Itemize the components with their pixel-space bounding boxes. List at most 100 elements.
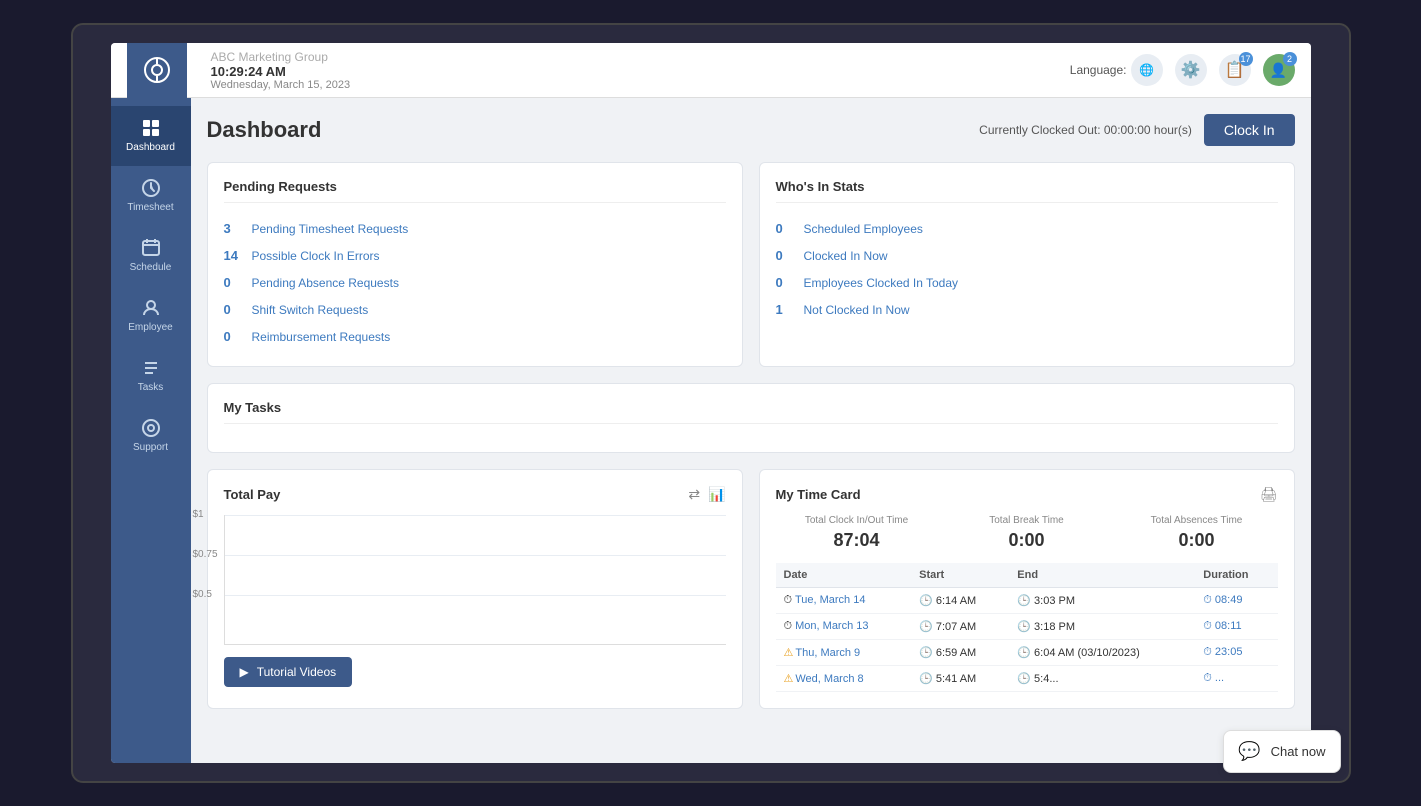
language-label: Language: bbox=[1070, 63, 1127, 77]
stat-count: 0 bbox=[776, 221, 792, 236]
row-start: 🕒 6:59 AM bbox=[911, 640, 1009, 666]
logo bbox=[127, 43, 187, 98]
main-content: Dashboard Currently Clocked Out: 00:00:0… bbox=[191, 98, 1311, 763]
warn-icon: ⚠ bbox=[784, 673, 794, 685]
sidebar: Dashboard Timesheet Sc bbox=[111, 98, 191, 763]
datetime-display: ABC Marketing Group 10:29:24 AM Wednesda… bbox=[211, 50, 351, 91]
sidebar-item-employee[interactable]: Employee bbox=[111, 286, 191, 346]
sidebar-label-dashboard: Dashboard bbox=[126, 142, 175, 154]
sidebar-item-dashboard[interactable]: Dashboard bbox=[111, 106, 191, 166]
sidebar-label-employee: Employee bbox=[128, 322, 172, 334]
row-end: 🕒 3:03 PM bbox=[1009, 588, 1195, 614]
request-label[interactable]: Pending Timesheet Requests bbox=[252, 222, 409, 236]
tc-stat: Total Clock In/Out Time87:04 bbox=[776, 515, 938, 551]
row-duration: ⏱ 08:11 bbox=[1195, 614, 1277, 640]
stat-item: 0 Scheduled Employees bbox=[776, 215, 1278, 242]
total-pay-header: Total Pay ⇄ 📊 bbox=[224, 486, 726, 503]
tc-stat-value: 0:00 bbox=[1116, 530, 1278, 551]
chat-widget[interactable]: 💬 Chat now bbox=[1223, 730, 1310, 763]
request-item: 0Reimbursement Requests bbox=[224, 323, 726, 350]
stat-label[interactable]: Employees Clocked In Today bbox=[804, 276, 959, 290]
date-link[interactable]: Mon, March 13 bbox=[795, 620, 868, 632]
sidebar-item-support[interactable]: Support bbox=[111, 406, 191, 466]
row-start: 🕒 7:07 AM bbox=[911, 614, 1009, 640]
whos-in-list: 0 Scheduled Employees 0 Clocked In Now 0Empl… bbox=[776, 215, 1278, 323]
request-count: 3 bbox=[224, 221, 240, 236]
sidebar-item-timesheet[interactable]: Timesheet bbox=[111, 166, 191, 226]
current-time: 10:29:24 AM bbox=[211, 64, 351, 79]
row-duration: ⏱ 08:49 bbox=[1195, 588, 1277, 614]
clock-icon: ⏱ bbox=[784, 620, 796, 632]
whos-in-stats-card: Who's In Stats 0 Scheduled Employees 0 Cloc… bbox=[759, 162, 1295, 367]
tc-stat-value: 0:00 bbox=[946, 530, 1108, 551]
chart-toggle-icon[interactable]: ⇄ bbox=[688, 486, 700, 503]
stat-label[interactable]: Clocked In Now bbox=[804, 249, 888, 263]
request-label[interactable]: Pending Absence Requests bbox=[252, 276, 399, 290]
clock-status: Currently Clocked Out: 00:00:00 hour(s) bbox=[979, 123, 1192, 137]
notifications-icon[interactable]: 📋 17 bbox=[1219, 54, 1251, 86]
my-tasks-title: My Tasks bbox=[224, 400, 1278, 424]
tc-stat-label: Total Break Time bbox=[946, 515, 1108, 526]
chat-icon: 💬 bbox=[1238, 741, 1260, 762]
pending-requests-list: 3 Pending Timesheet Requests 14Possible Cl… bbox=[224, 215, 726, 350]
row-start: 🕒 6:14 AM bbox=[911, 588, 1009, 614]
whos-in-title: Who's In Stats bbox=[776, 179, 1278, 203]
col-duration: Duration bbox=[1195, 563, 1277, 588]
row-duration: ⏱ 23:05 bbox=[1195, 640, 1277, 666]
row-date: ⏱ Tue, March 14 bbox=[776, 588, 912, 614]
request-label[interactable]: Possible Clock In Errors bbox=[252, 249, 380, 263]
row-duration: ⏱ ... bbox=[1195, 666, 1277, 692]
tc-stat-label: Total Absences Time bbox=[1116, 515, 1278, 526]
settings-icon[interactable]: ⚙️ bbox=[1175, 54, 1207, 86]
request-count: 0 bbox=[224, 302, 240, 317]
chart-label-1: $1 bbox=[193, 509, 204, 520]
stat-item: 1Not Clocked In Now bbox=[776, 296, 1278, 323]
table-row: ⏱ Tue, March 14 🕒 6:14 AM 🕒 3:03 PM ⏱ 08… bbox=[776, 588, 1278, 614]
print-icon[interactable]: 🖨 bbox=[1260, 486, 1278, 503]
tc-stat-value: 87:04 bbox=[776, 530, 938, 551]
sidebar-item-schedule[interactable]: Schedule bbox=[111, 226, 191, 286]
request-item: 14Possible Clock In Errors bbox=[224, 242, 726, 269]
sidebar-item-tasks[interactable]: Tasks bbox=[111, 346, 191, 406]
row-end: 🕒 5:4... bbox=[1009, 666, 1195, 692]
total-pay-card: Total Pay ⇄ 📊 $1 $0.75 $0.5 bbox=[207, 469, 743, 709]
stat-label[interactable]: Not Clocked In Now bbox=[804, 303, 910, 317]
globe-icon[interactable]: 🌐 bbox=[1131, 54, 1163, 86]
request-item: 0 Shift Switch Requests bbox=[224, 296, 726, 323]
table-row: ⚠Wed, March 8 🕒 5:41 AM 🕒 5:4... ⏱ ... bbox=[776, 666, 1278, 692]
row-start: 🕒 5:41 AM bbox=[911, 666, 1009, 692]
tc-stat: Total Absences Time 0:00 bbox=[1116, 515, 1278, 551]
chart-line-3 bbox=[225, 595, 726, 596]
timecard-table: Date Start End Duration ⏱ Tue, March 14 … bbox=[776, 563, 1278, 692]
stat-item: 0 Clocked In Now bbox=[776, 242, 1278, 269]
row-end: 🕒 6:04 AM (03/10/2023) bbox=[1009, 640, 1195, 666]
row-date: ⚠Thu, March 9 bbox=[776, 640, 912, 666]
request-item: 3 Pending Timesheet Requests bbox=[224, 215, 726, 242]
request-label[interactable]: Reimbursement Requests bbox=[252, 330, 391, 344]
table-row: ⏱ Mon, March 13 🕒 7:07 AM 🕒 3:18 PM ⏱ 08… bbox=[776, 614, 1278, 640]
stat-count: 0 bbox=[776, 248, 792, 263]
date-link[interactable]: Tue, March 14 bbox=[795, 594, 866, 606]
pending-requests-title: Pending Requests bbox=[224, 179, 726, 203]
avatar[interactable]: 👤 2 bbox=[1263, 54, 1295, 86]
pending-requests-card: Pending Requests 3 Pending Timesheet Requ… bbox=[207, 162, 743, 367]
row-end: 🕒 3:18 PM bbox=[1009, 614, 1195, 640]
current-date: Wednesday, March 15, 2023 bbox=[211, 79, 351, 91]
date-link[interactable]: Thu, March 9 bbox=[795, 647, 860, 659]
stat-item: 0Employees Clocked In Today bbox=[776, 269, 1278, 296]
sidebar-label-timesheet: Timesheet bbox=[127, 202, 173, 214]
date-link[interactable]: Wed, March 8 bbox=[795, 673, 863, 685]
tutorial-button[interactable]: ▶ Tutorial Videos bbox=[224, 657, 353, 687]
bar-chart-icon[interactable]: 📊 bbox=[708, 486, 725, 503]
dashboard-header: Dashboard Currently Clocked Out: 00:00:0… bbox=[207, 114, 1295, 146]
cards-row: Pending Requests 3 Pending Timesheet Requ… bbox=[207, 162, 1295, 367]
sidebar-label-tasks: Tasks bbox=[138, 382, 164, 394]
duration-value: ⏱ 23:05 bbox=[1203, 646, 1242, 658]
row-date: ⚠Wed, March 8 bbox=[776, 666, 912, 692]
stat-label[interactable]: Scheduled Employees bbox=[804, 222, 923, 236]
language-selector[interactable]: Language: 🌐 bbox=[1070, 54, 1163, 86]
tutorial-label: Tutorial Videos bbox=[257, 665, 336, 679]
request-label[interactable]: Shift Switch Requests bbox=[252, 303, 369, 317]
clock-in-button[interactable]: Clock In bbox=[1204, 114, 1295, 146]
company-name: ABC Marketing Group bbox=[211, 50, 351, 64]
